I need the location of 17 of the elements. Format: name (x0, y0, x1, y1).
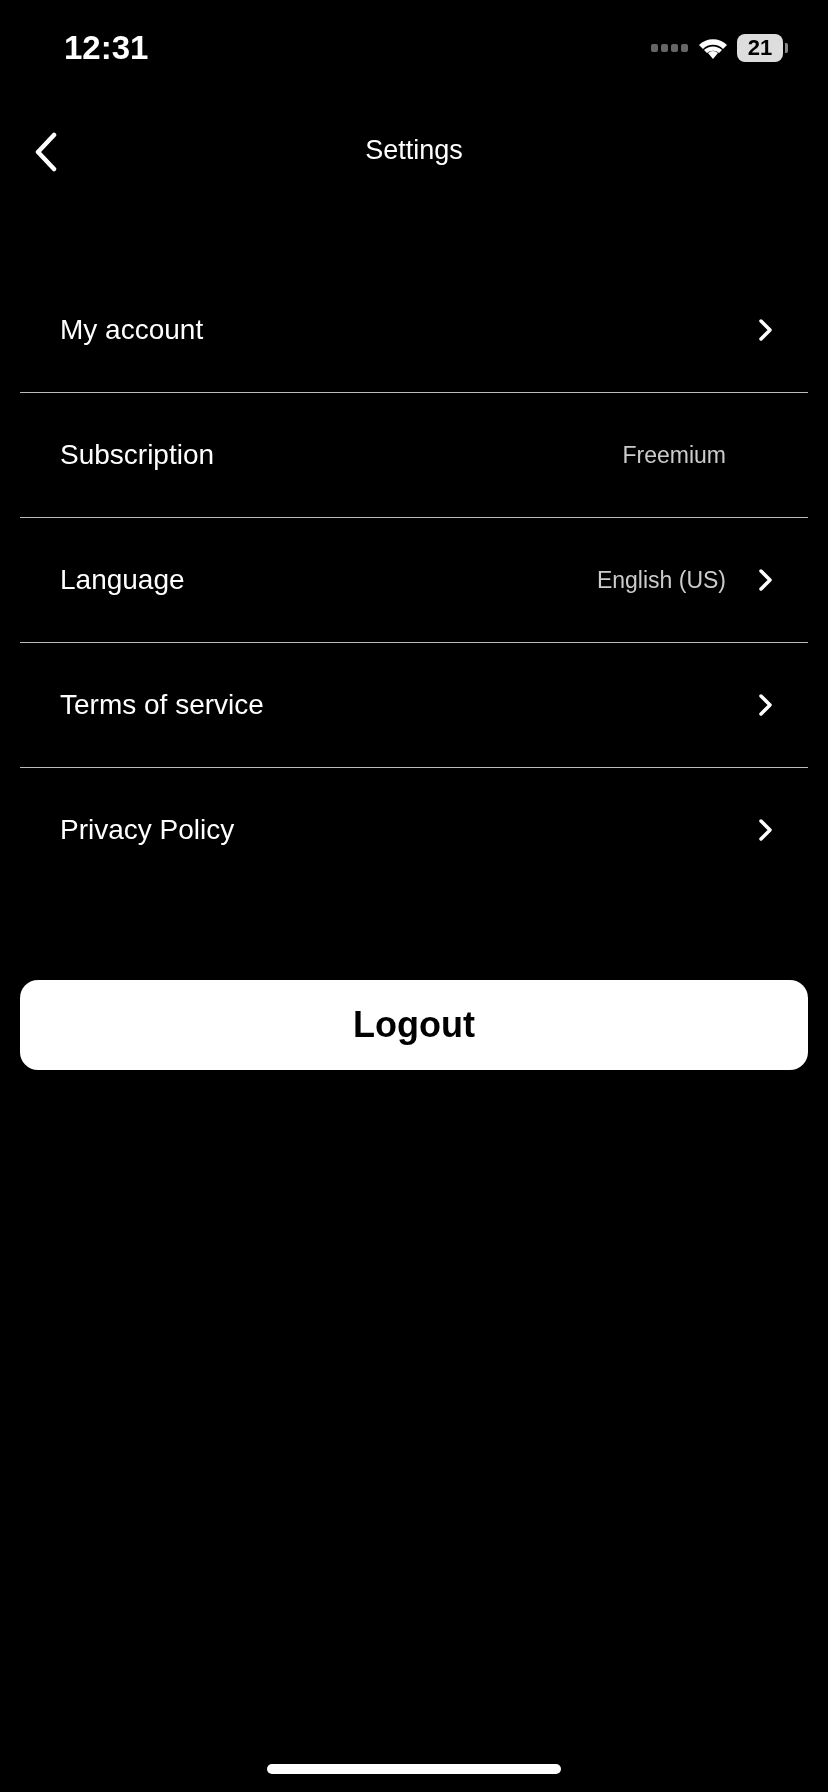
screen-title: Settings (365, 134, 463, 166)
row-label: Subscription (60, 439, 216, 471)
row-label: Language (60, 564, 186, 596)
signal-icon (651, 44, 689, 52)
settings-row[interactable]: Privacy Policy (20, 768, 808, 892)
row-label: Privacy Policy (60, 814, 236, 846)
row-value: English (US) (596, 566, 726, 594)
settings-row[interactable]: Language English (US) (20, 518, 808, 643)
row-label: My account (60, 314, 205, 346)
wifi-icon (697, 36, 729, 60)
settings-row[interactable]: My account (20, 268, 808, 393)
row-label: Terms of service (60, 689, 265, 721)
logout-button[interactable]: Logout (20, 980, 808, 1070)
row-value: Freemium (622, 441, 726, 469)
settings-row[interactable]: Subscription Freemium (20, 393, 808, 518)
settings-row[interactable]: Terms of service (20, 643, 808, 768)
clock: 12:31 (64, 29, 149, 67)
